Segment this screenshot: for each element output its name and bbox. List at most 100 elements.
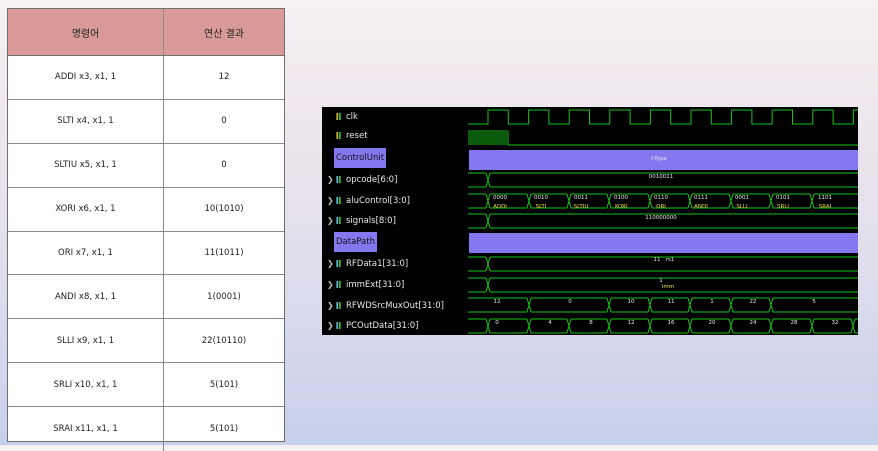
signal-row-rfwdsrcmuxout[interactable]: ❯ RFWDSrcMuxOut[31:0] <box>322 296 468 316</box>
result-cell: 5(101) <box>209 424 239 435</box>
result-cell: 12 <box>218 72 230 83</box>
signal-row-reset[interactable]: reset <box>322 126 468 146</box>
bus-signal-icon <box>336 322 341 329</box>
expand-chevron-icon[interactable]: ❯ <box>327 191 334 211</box>
pc-value: 28 <box>790 320 798 326</box>
result-cell: 0 <box>221 116 227 127</box>
rfwd-value: 22 <box>749 299 757 305</box>
table-header-row: 명령어 연산 결과 <box>8 9 284 56</box>
bus-signal-icon <box>336 302 341 309</box>
result-cell: 10(1010) <box>204 204 244 215</box>
alu-value: 0101 <box>776 195 790 201</box>
pc-value: 0 <box>495 320 499 326</box>
expand-chevron-icon[interactable]: ❯ <box>327 254 334 274</box>
result-cell: 22(10110) <box>201 335 247 346</box>
alu-name: SLTIU <box>573 204 589 210</box>
expand-chevron-icon[interactable]: ❯ <box>327 211 334 231</box>
signal-name-panel: clk reset ControlUnit ❯ opcode[6:0] ❯ al… <box>322 107 468 335</box>
alu-name: SRLI <box>777 204 789 210</box>
rfwd-value: 1 <box>710 299 714 305</box>
group-data-path[interactable]: DataPath <box>334 232 377 252</box>
table-row: XORI x6, x1, 1 10(1010) <box>8 187 284 232</box>
header-instruction: 명령어 <box>8 9 164 55</box>
table-row: SRAI x11, x1, 1 5(101) <box>8 407 284 451</box>
immext-note: imm <box>661 284 675 290</box>
pc-value: 8 <box>589 320 593 326</box>
rfwd-trace <box>468 297 858 313</box>
rfwd-value: 11 <box>667 299 675 305</box>
signal-row-alucontrol[interactable]: ❯ aluControl[3:0] <box>322 191 468 211</box>
bus-signal-icon <box>336 260 341 267</box>
rfdata1-note: rs1 <box>665 257 675 263</box>
reset-active-region <box>468 131 508 145</box>
expand-chevron-icon[interactable]: ❯ <box>327 296 334 316</box>
table-row: SRLI x10, x1, 1 5(101) <box>8 363 284 408</box>
signal-label: aluControl[3:0] <box>346 196 410 206</box>
signal-row-signals[interactable]: ❯ signals[8:0] <box>322 211 468 231</box>
instruction-cell: SLTIU x5, x1, 1 <box>8 143 164 187</box>
signal-label: PCOutData[31:0] <box>346 321 419 331</box>
signals-value: 110000000 <box>645 215 677 221</box>
expand-chevron-icon[interactable]: ❯ <box>327 275 334 295</box>
signal-label: signals[8:0] <box>346 216 396 226</box>
table-row: SLTIU x5, x1, 1 0 <box>8 143 284 188</box>
instruction-cell: SLTI x4, x1, 1 <box>8 99 164 143</box>
rfdata1-trace <box>468 256 858 272</box>
alu-value: 0110 <box>654 195 668 201</box>
signal-label: RFData1[31:0] <box>346 259 409 269</box>
result-cell: 1(0001) <box>207 291 241 302</box>
signal-row-opcode[interactable]: ❯ opcode[6:0] <box>322 170 468 190</box>
signal-label: immExt[31:0] <box>346 280 405 290</box>
alu-name: SRAI <box>818 204 832 210</box>
instruction-cell: SRAI x11, x1, 1 <box>8 407 164 451</box>
clock-signal-icon <box>336 113 341 120</box>
instruction-cell: ADDI x3, x1, 1 <box>8 56 164 99</box>
alu-name: SLLI <box>736 204 748 210</box>
pc-value: 24 <box>749 320 757 326</box>
alu-name: ORI <box>656 204 666 210</box>
pc-value: 16 <box>667 320 675 326</box>
alu-value: 0100 <box>614 195 628 201</box>
signal-label: opcode[6:0] <box>346 175 398 185</box>
result-cell: 5(101) <box>209 379 239 390</box>
waveform-traces <box>468 109 858 334</box>
rfwd-value: 12 <box>493 299 501 305</box>
pc-value: 20 <box>708 320 716 326</box>
expand-chevron-icon[interactable]: ❯ <box>327 170 334 190</box>
result-cell: 0 <box>221 160 227 171</box>
alu-value: 1101 <box>818 195 832 201</box>
table-row: ANDI x8, x1, 1 1(0001) <box>8 275 284 320</box>
alu-value: 0111 <box>694 195 708 201</box>
rfdata1-value: 11 <box>653 257 661 263</box>
alu-value: 0011 <box>574 195 588 201</box>
signal-row-rfdata1[interactable]: ❯ RFData1[31:0] <box>322 254 468 274</box>
pc-value: 32 <box>831 320 839 326</box>
alu-name: SLTI <box>535 204 547 210</box>
signal-row-clk[interactable]: clk <box>322 107 468 127</box>
instruction-cell: ORI x7, x1, 1 <box>8 231 164 275</box>
reset-trace <box>468 130 858 146</box>
bus-signal-icon <box>336 217 341 224</box>
signal-row-immext[interactable]: ❯ immExt[31:0] <box>322 275 468 295</box>
alu-value: 0001 <box>735 195 749 201</box>
instruction-cell: SLLI x9, x1, 1 <box>8 319 164 363</box>
table-row: ORI x7, x1, 1 11(1011) <box>8 231 284 276</box>
bus-signal-icon <box>336 197 341 204</box>
opcode-value: 0010011 <box>648 174 674 180</box>
rfwd-value: 10 <box>627 299 635 305</box>
table-row: ADDI x3, x1, 1 12 <box>8 56 284 100</box>
clk-trace <box>468 109 858 125</box>
alu-value: 0010 <box>534 195 548 201</box>
signal-label: clk <box>346 112 358 122</box>
signal-label: RFWDSrcMuxOut[31:0] <box>346 301 445 311</box>
bus-signal-icon <box>336 281 341 288</box>
waveform-viewer: clk reset ControlUnit ❯ opcode[6:0] ❯ al… <box>322 107 858 335</box>
alu-name: XORI <box>614 204 628 210</box>
pc-value: 12 <box>627 320 635 326</box>
alu-value: 0000 <box>493 195 507 201</box>
signal-row-pcoutdata[interactable]: ❯ PCOutData[31:0] <box>322 316 468 335</box>
header-result: 연산 결과 <box>204 28 244 40</box>
expand-chevron-icon[interactable]: ❯ <box>327 316 334 335</box>
table-row: SLLI x9, x1, 1 22(10110) <box>8 319 284 364</box>
group-control-unit[interactable]: ControlUnit <box>334 148 387 168</box>
